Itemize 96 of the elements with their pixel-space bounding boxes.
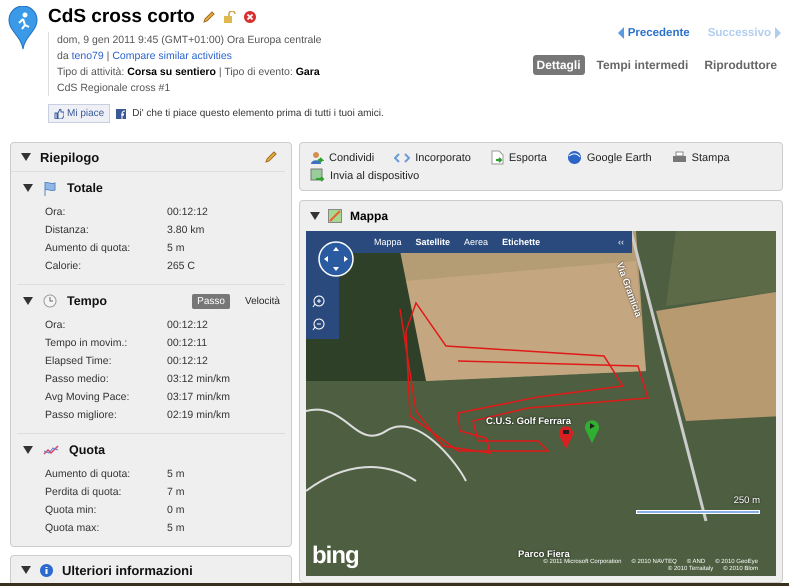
- separator: |: [106, 50, 110, 62]
- stat-label: Passo medio:: [45, 373, 110, 385]
- zoom-in-icon[interactable]: [312, 295, 325, 308]
- collapse-triangle-icon[interactable]: [21, 153, 31, 161]
- event-type: Tipo di evento: Gara: [224, 66, 320, 78]
- stat-label: Elapsed Time:: [45, 355, 113, 367]
- stat-label: Passo migliore:: [45, 409, 118, 421]
- flag-icon: [43, 180, 57, 196]
- unit-toggle[interactable]: Passo: [192, 294, 230, 308]
- stat-value: 03:12 min/km: [167, 373, 232, 385]
- like-prompt: Di' che ti piace questo elemento prima di tutti i tuoi amici.: [132, 108, 384, 119]
- activity-type: Tipo di attività: Corsa su sentiero: [57, 66, 216, 78]
- map-mode-tab[interactable]: Aerea: [464, 237, 488, 247]
- section-title: Totale: [67, 181, 104, 195]
- stat-value: 00:12:11: [167, 337, 208, 349]
- place-label: C.U.S. Golf Ferrara: [486, 416, 571, 427]
- stat-label: Avg Moving Pace:: [45, 391, 130, 403]
- panel-title: Mappa: [350, 209, 388, 223]
- triangle-arrow-icon: [775, 27, 781, 39]
- pencil-icon[interactable]: [202, 11, 215, 23]
- stat-label: Quota max:: [45, 522, 100, 534]
- stat-value: 03:17 min/km: [167, 391, 232, 403]
- stat-label: Calorie:: [45, 260, 82, 272]
- map-mode-tab[interactable]: Mappa: [374, 237, 402, 247]
- stat-value: 5 m: [167, 468, 186, 480]
- activity-date: dom, 9 gen 2011 9:45 (GMT+01:00) Ora Europa centrale: [57, 33, 322, 48]
- line-chart-icon: [43, 444, 59, 456]
- labels-toggle[interactable]: Etichette: [502, 237, 540, 247]
- bing-logo: bing: [312, 542, 359, 570]
- author-prefix: da: [57, 50, 70, 62]
- event-name: CdS Regionale cross #1: [57, 81, 172, 96]
- zoom-out-icon[interactable]: [312, 318, 325, 331]
- facebook-icon: [116, 108, 126, 118]
- document-icon: [490, 150, 504, 165]
- running-pin-icon: [8, 6, 38, 50]
- park-label: Parco Fiera: [518, 549, 570, 560]
- globe-icon: [566, 150, 582, 165]
- stat-label: Tempo in movim.:: [45, 337, 128, 349]
- collapse-toggle[interactable]: ‹‹: [618, 237, 624, 247]
- collapse-triangle-icon[interactable]: [21, 566, 31, 574]
- stat-value: 00:12:12: [167, 355, 209, 367]
- map-mode-tab[interactable]: Satellite: [416, 237, 450, 247]
- info-icon: [40, 564, 53, 576]
- action-link[interactable]: Invia al dispositivo: [310, 168, 420, 183]
- like-button[interactable]: Mi piace: [48, 104, 110, 123]
- scale-label: 250 m: [734, 495, 760, 506]
- stat-value: 7 m: [167, 486, 186, 498]
- author-link[interactable]: teno79: [72, 50, 104, 62]
- stat-label: Quota min:: [45, 504, 98, 516]
- stat-value: 265 C: [167, 260, 196, 272]
- activity-title: CdS cross corto: [48, 6, 195, 28]
- separator: |: [218, 66, 222, 78]
- stat-label: Perdita di quota:: [45, 486, 122, 498]
- previous-link[interactable]: Precedente: [618, 27, 690, 39]
- code-icon: [394, 152, 410, 162]
- pencil-icon[interactable]: [265, 151, 277, 163]
- stat-value: 5 m: [167, 522, 186, 534]
- stat-value: 00:12:12: [167, 319, 209, 331]
- tab[interactable]: Dettagli: [532, 55, 585, 75]
- triangle-arrow-icon: [618, 27, 624, 39]
- action-link[interactable]: Google Earth: [566, 150, 652, 165]
- compare-link[interactable]: Compare similar activities: [112, 50, 232, 62]
- collapse-triangle-icon[interactable]: [23, 297, 33, 305]
- tab[interactable]: Tempi intermedi: [592, 55, 692, 75]
- stat-label: Distanza:: [45, 224, 90, 236]
- collapse-triangle-icon[interactable]: [23, 446, 33, 454]
- tab[interactable]: Riproduttore: [700, 55, 781, 75]
- panel-title: Ulteriori informazioni: [62, 562, 194, 578]
- stat-label: Aumento di quota:: [45, 468, 132, 480]
- person-icon: [310, 150, 324, 164]
- collapse-triangle-icon[interactable]: [23, 184, 33, 192]
- unit-toggle[interactable]: Velocità: [240, 294, 285, 308]
- panel-title: Riepilogo: [40, 150, 100, 164]
- pan-control-icon[interactable]: [318, 241, 354, 277]
- collapse-triangle-icon[interactable]: [310, 212, 320, 220]
- end-marker-icon: [558, 425, 574, 449]
- stat-label: Ora:: [45, 319, 66, 331]
- map-icon: [328, 209, 342, 223]
- action-link[interactable]: Esporta: [490, 150, 547, 165]
- stat-value: 0 m: [167, 504, 186, 516]
- stat-label: Ora:: [45, 206, 66, 218]
- action-link[interactable]: Stampa: [672, 150, 730, 165]
- section-title: Tempo: [67, 294, 108, 308]
- printer-icon: [672, 151, 687, 164]
- stat-value: 5 m: [167, 242, 186, 254]
- stat-value: 3.80 km: [167, 224, 206, 236]
- start-marker-icon: [584, 419, 600, 443]
- stat-value: 02:19 min/km: [167, 409, 232, 421]
- section-title: Quota: [69, 443, 106, 457]
- thumbs-up-icon: [54, 108, 64, 118]
- action-link[interactable]: Condividi: [310, 150, 374, 165]
- action-link[interactable]: Incorporato: [394, 150, 471, 165]
- stat-value: 00:12:12: [167, 206, 209, 218]
- delete-icon[interactable]: [244, 11, 256, 23]
- stat-label: Aumento di quota:: [45, 242, 132, 254]
- clock-icon: [43, 294, 57, 308]
